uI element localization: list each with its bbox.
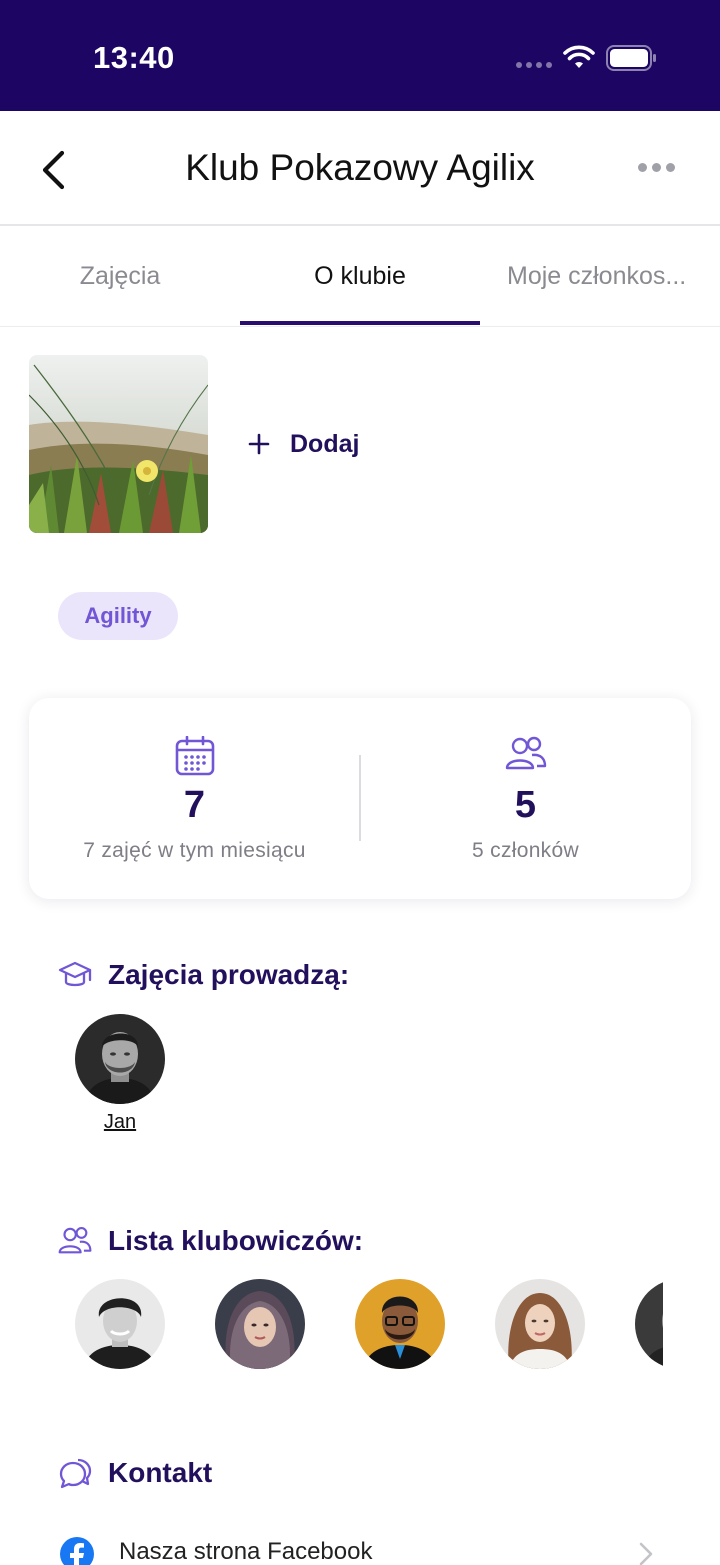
calendar-icon (175, 736, 214, 776)
member-avatar[interactable] (495, 1279, 585, 1369)
contact-heading: Kontakt (58, 1453, 212, 1493)
members-label: 5 członków (472, 839, 579, 862)
stat-members: 5 5 członków (360, 698, 691, 899)
add-photo-button[interactable]: Dodaj (248, 424, 359, 464)
tab-classes[interactable]: Zajęcia (0, 226, 240, 326)
tab-my-memberships[interactable]: Moje członkos... (480, 226, 720, 326)
active-tab-indicator (240, 321, 480, 325)
wifi-icon (563, 45, 595, 68)
more-options-icon[interactable] (638, 163, 675, 172)
facebook-link-label: Nasza strona Facebook (119, 1538, 373, 1565)
members-count: 5 (514, 784, 537, 826)
status-time: 13:40 (93, 40, 175, 75)
members-strip[interactable] (75, 1279, 663, 1371)
member-avatar[interactable] (355, 1279, 445, 1369)
classes-label: 7 zajęć w tym miesiącu (83, 839, 306, 862)
cellular-signal-icon (516, 62, 552, 68)
tab-bar: Zajęcia O klubie Moje członkos... (0, 226, 720, 327)
instructors-title: Zajęcia prowadzą: (108, 959, 350, 990)
battery-icon (606, 45, 656, 71)
plus-icon (248, 433, 270, 455)
graduation-cap-icon (58, 961, 92, 987)
member-avatar[interactable] (75, 1279, 165, 1369)
members-title: Lista klubowiczów: (108, 1225, 364, 1256)
tab-about-club[interactable]: O klubie (240, 226, 480, 326)
status-bar: 13:40 (0, 0, 720, 111)
facebook-link[interactable]: Nasza strona Facebook (60, 1527, 660, 1565)
classes-count: 7 (183, 784, 206, 826)
facebook-icon (60, 1537, 94, 1565)
chevron-right-icon (639, 1542, 653, 1565)
stat-classes: 7 7 zajęć w tym miesiącu (29, 698, 360, 899)
add-photo-label: Dodaj (290, 429, 360, 458)
club-photo[interactable] (29, 355, 208, 533)
contact-title: Kontakt (108, 1457, 213, 1488)
chat-bubbles-icon (59, 1458, 92, 1489)
members-list-icon (58, 1226, 92, 1254)
stats-card: 7 7 zajęć w tym miesiącu 5 5 członków (29, 698, 691, 899)
category-tag: Agility (58, 592, 178, 640)
member-avatar[interactable] (635, 1279, 663, 1369)
member-avatar[interactable] (215, 1279, 305, 1369)
members-heading: Lista klubowiczów: (58, 1221, 363, 1261)
instructor-avatar[interactable] (75, 1014, 165, 1104)
members-icon (505, 736, 546, 770)
navigation-bar: Klub Pokazowy Agilix (0, 111, 720, 226)
instructor-name[interactable]: Jan (75, 1111, 165, 1134)
instructors-heading: Zajęcia prowadzą: (58, 955, 349, 995)
page-title: Klub Pokazowy Agilix (185, 147, 535, 188)
